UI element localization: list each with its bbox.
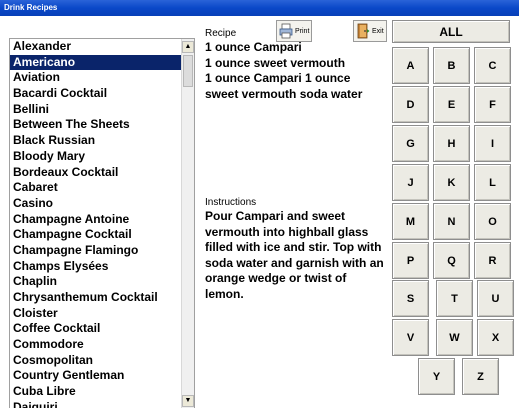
drink-list-item[interactable]: Cloister bbox=[10, 306, 182, 322]
drink-list-item[interactable]: Between The Sheets bbox=[10, 117, 182, 133]
recipe-label: Recipe bbox=[205, 28, 237, 39]
drink-list-item[interactable]: Chaplin bbox=[10, 274, 182, 290]
drink-list-item[interactable]: Cuba Libre bbox=[10, 384, 182, 400]
instructions-text: Pour Campari and sweet vermouth into hig… bbox=[205, 209, 384, 301]
letter-button-h[interactable]: H bbox=[433, 125, 470, 162]
drink-list-item[interactable]: Bloody Mary bbox=[10, 149, 182, 165]
letter-button-q[interactable]: Q bbox=[433, 242, 470, 279]
drink-list-item[interactable]: Commodore bbox=[10, 337, 182, 353]
letter-button-f[interactable]: F bbox=[474, 86, 511, 123]
letter-button-a[interactable]: A bbox=[392, 47, 429, 84]
letter-button-m[interactable]: M bbox=[392, 203, 429, 240]
drink-list-item[interactable]: Bellini bbox=[10, 102, 182, 118]
letter-button-e[interactable]: E bbox=[433, 86, 470, 123]
drink-list-item[interactable]: Chrysanthemum Cocktail bbox=[10, 290, 182, 306]
letter-button-n[interactable]: N bbox=[433, 203, 470, 240]
letter-button-y[interactable]: Y bbox=[418, 358, 455, 395]
letter-button-w[interactable]: W bbox=[436, 319, 473, 356]
exit-label: Exit bbox=[372, 27, 384, 35]
drink-list-item[interactable]: Champagne Cocktail bbox=[10, 227, 182, 243]
drink-list-item[interactable]: Aviation bbox=[10, 70, 182, 86]
drink-list-item[interactable]: Champagne Flamingo bbox=[10, 243, 182, 259]
drink-list-item[interactable]: Cosmopolitan bbox=[10, 353, 182, 369]
print-button[interactable]: Print bbox=[276, 20, 312, 42]
recipe-line: sweet vermouth soda water bbox=[205, 86, 363, 101]
drink-list-item[interactable]: Bacardi Cocktail bbox=[10, 86, 182, 102]
instructions-label: Instructions bbox=[205, 197, 257, 208]
print-label: Print bbox=[295, 27, 310, 35]
scroll-thumb[interactable] bbox=[183, 55, 193, 87]
filter-all-button[interactable]: ALL bbox=[392, 20, 510, 43]
drink-list[interactable]: Alexander Americano Aviation Bacardi Cockta… bbox=[9, 38, 195, 408]
letter-button-v[interactable]: V bbox=[392, 319, 429, 356]
letter-button-o[interactable]: O bbox=[474, 203, 511, 240]
recipe-line: 1 ounce Campari bbox=[205, 40, 302, 54]
list-scrollbar[interactable]: ▲ ▼ bbox=[181, 39, 194, 408]
letter-button-b[interactable]: B bbox=[433, 47, 470, 84]
window-title: Drink Recipes bbox=[0, 0, 519, 16]
letter-button-s[interactable]: S bbox=[392, 280, 429, 317]
letter-button-i[interactable]: I bbox=[474, 125, 511, 162]
letter-button-k[interactable]: K bbox=[433, 164, 470, 201]
letter-button-t[interactable]: T bbox=[436, 280, 473, 317]
drink-list-item[interactable]: Americano bbox=[10, 54, 182, 71]
drink-list-item[interactable]: Cabaret bbox=[10, 180, 182, 196]
letter-button-g[interactable]: G bbox=[392, 125, 429, 162]
drink-list-item[interactable]: Coffee Cocktail bbox=[10, 321, 182, 337]
letter-button-r[interactable]: R bbox=[474, 242, 511, 279]
exit-button[interactable]: Exit bbox=[353, 20, 387, 42]
drink-list-item[interactable]: Black Russian bbox=[10, 133, 182, 149]
drink-list-item[interactable]: Bordeaux Cocktail bbox=[10, 165, 182, 181]
scroll-down-button[interactable]: ▼ bbox=[182, 395, 194, 407]
scroll-up-button[interactable]: ▲ bbox=[182, 41, 194, 53]
drink-list-items: Alexander Americano Aviation Bacardi Cockta… bbox=[10, 39, 182, 408]
exit-door-icon bbox=[356, 23, 370, 39]
drink-list-item[interactable]: Alexander bbox=[10, 39, 182, 55]
recipe-text: 1 ounce Campari 1 ounce sweet vermouth 1… bbox=[205, 40, 375, 102]
drink-list-item[interactable]: Country Gentleman bbox=[10, 368, 182, 384]
recipe-line: 1 ounce Campari 1 ounce bbox=[205, 71, 351, 85]
printer-icon bbox=[279, 23, 293, 39]
drink-list-item[interactable]: Casino bbox=[10, 196, 182, 212]
letter-button-c[interactable]: C bbox=[474, 47, 511, 84]
letter-button-u[interactable]: U bbox=[477, 280, 514, 317]
letter-button-x[interactable]: X bbox=[477, 319, 514, 356]
letter-button-d[interactable]: D bbox=[392, 86, 429, 123]
letter-button-z[interactable]: Z bbox=[462, 358, 499, 395]
recipe-line: 1 ounce sweet vermouth bbox=[205, 55, 346, 70]
letter-button-p[interactable]: P bbox=[392, 242, 429, 279]
drink-list-item[interactable]: Daiquiri bbox=[10, 400, 182, 408]
letter-button-j[interactable]: J bbox=[392, 164, 429, 201]
drink-list-item[interactable]: Champagne Antoine bbox=[10, 212, 182, 228]
letter-button-l[interactable]: L bbox=[474, 164, 511, 201]
drink-list-item[interactable]: Champs Elysées bbox=[10, 259, 182, 275]
